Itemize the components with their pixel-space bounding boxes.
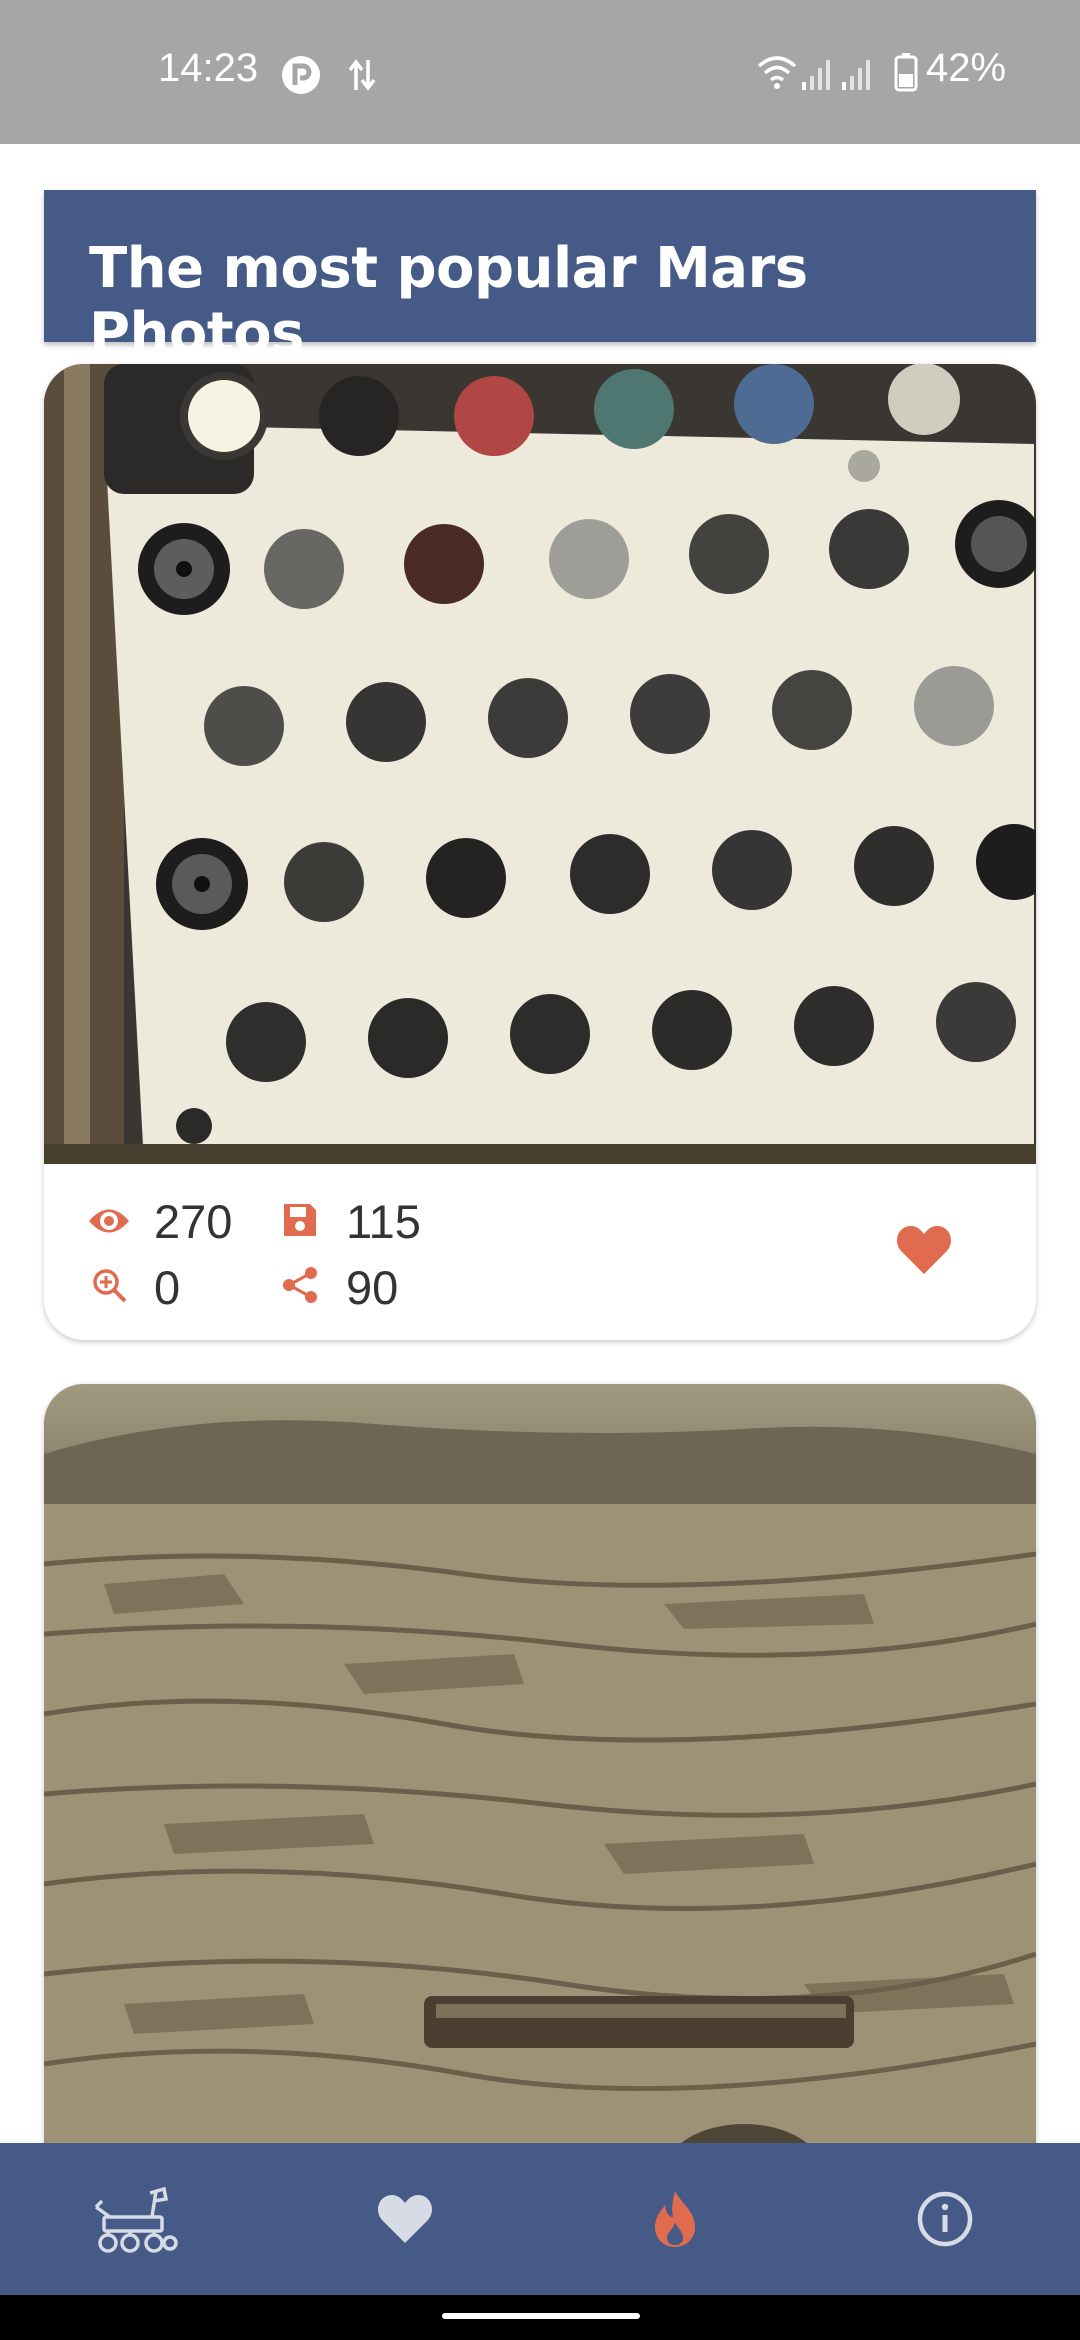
zooms-count: 0 xyxy=(154,1261,181,1314)
nav-item-favorites[interactable] xyxy=(270,2143,540,2295)
nav-item-info[interactable] xyxy=(810,2143,1080,2295)
views-count: 270 xyxy=(154,1195,233,1248)
zoom-in-icon xyxy=(92,1268,128,1309)
gesture-navigation-bar xyxy=(0,2295,1080,2340)
heart-icon xyxy=(377,2195,433,2243)
wifi-icon xyxy=(756,54,798,95)
page-title: The most popular Mars Photos xyxy=(89,236,808,366)
info-icon xyxy=(917,2191,973,2247)
photo-card[interactable] xyxy=(44,1384,1036,2184)
mars-photo[interactable] xyxy=(44,364,1036,1164)
photo-card[interactable]: 270 115 0 90 xyxy=(44,364,1036,1340)
battery-percent: 42% xyxy=(926,46,1007,90)
data-transfer-icon xyxy=(348,58,376,97)
mars-photo[interactable] xyxy=(44,1384,1036,2184)
favorite-heart-icon[interactable] xyxy=(896,1224,952,1281)
eye-icon xyxy=(88,1206,130,1241)
photo-stats: 270 115 0 90 xyxy=(44,1164,1036,1340)
page-header: The most popular Mars Photos xyxy=(44,190,1036,366)
rover-icon xyxy=(94,2186,178,2253)
share-icon xyxy=(282,1266,318,1309)
bottom-navigation xyxy=(0,2143,1080,2295)
app-notification-icon xyxy=(281,55,321,100)
nav-item-popular[interactable] xyxy=(540,2143,810,2295)
fire-icon xyxy=(655,2191,695,2247)
battery-icon xyxy=(894,52,918,97)
status-time: 14:23 xyxy=(158,46,259,90)
save-icon xyxy=(282,1202,318,1243)
shares-count: 90 xyxy=(346,1261,399,1314)
saves-count: 115 xyxy=(346,1195,421,1248)
status-bar: 14:23 42% xyxy=(0,0,1080,144)
signal-icon xyxy=(800,56,834,97)
home-gesture-handle[interactable] xyxy=(442,2313,640,2319)
nav-item-rover[interactable] xyxy=(0,2143,270,2295)
signal-icon xyxy=(840,56,874,97)
